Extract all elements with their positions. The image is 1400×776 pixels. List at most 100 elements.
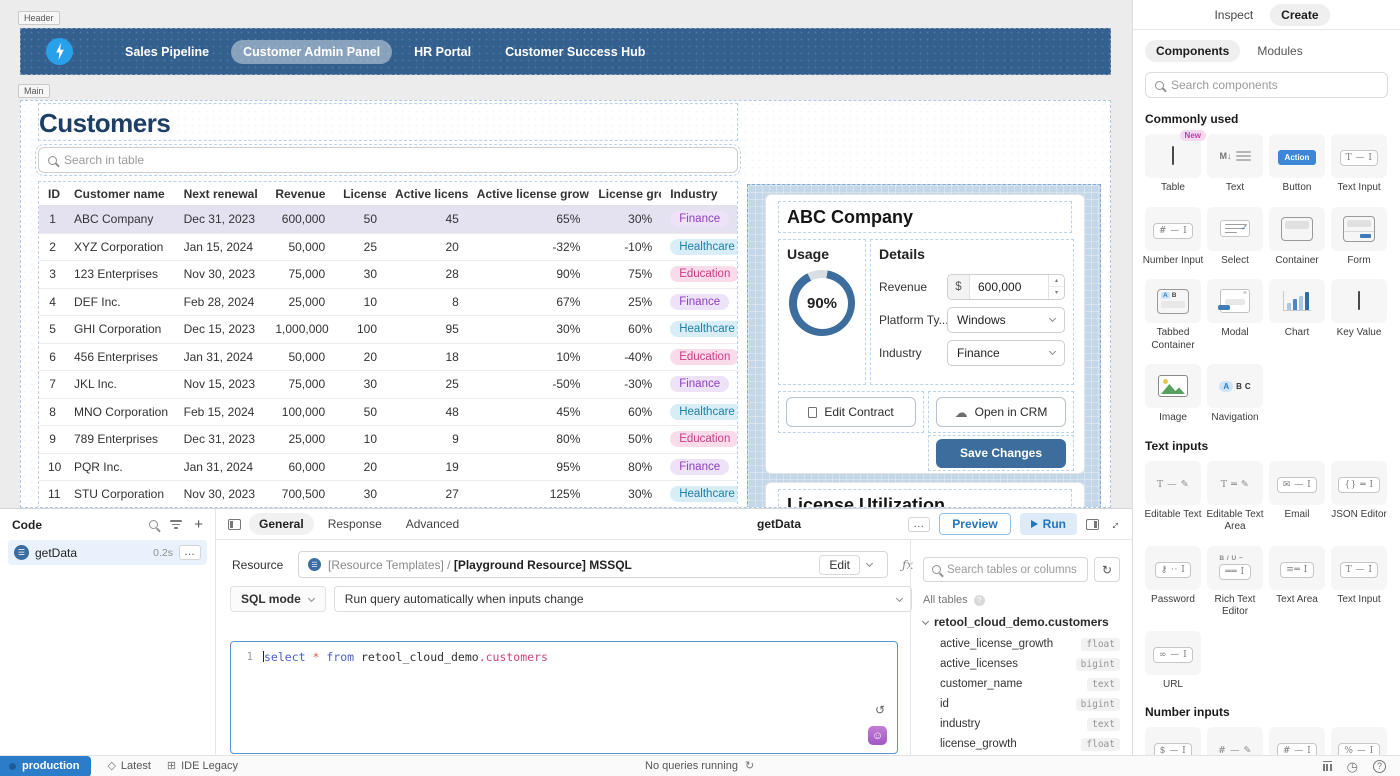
component-text-input[interactable]: T — IText Input xyxy=(1331,134,1387,195)
edit-resource-button[interactable]: Edit xyxy=(819,555,860,575)
edit-contract-button[interactable]: Edit Contract xyxy=(786,397,916,427)
tab-response[interactable]: Response xyxy=(318,513,392,535)
column-header-active-licenses[interactable]: Active licenses xyxy=(386,187,468,201)
component-json-editor[interactable]: {} ═ IJSON Editor xyxy=(1331,461,1387,534)
add-query-icon[interactable]: + xyxy=(194,517,203,532)
table-row[interactable]: 8MNO CorporationFeb 15, 2024100,00050484… xyxy=(39,399,737,427)
schema-field-row[interactable]: license_growthfloat xyxy=(940,734,1120,754)
nav-item-hr-portal[interactable]: HR Portal xyxy=(402,40,483,64)
revert-icon[interactable]: ↺ xyxy=(875,703,885,717)
schema-search-input[interactable]: Search tables or columns xyxy=(923,557,1088,582)
query-options-icon[interactable]: … xyxy=(908,517,930,532)
refresh-schema-button[interactable]: ↻ xyxy=(1094,557,1120,582)
schema-field-row[interactable]: active_licensesbigint xyxy=(940,654,1120,674)
query-list-item-getdata[interactable]: ☰ getData 0.2s … xyxy=(8,540,207,565)
tab-advanced[interactable]: Advanced xyxy=(396,513,469,535)
subtab-modules[interactable]: Modules xyxy=(1246,40,1313,62)
component-navigation[interactable]: ABCNavigation xyxy=(1207,364,1263,425)
component-form[interactable]: Form xyxy=(1331,207,1387,268)
component-container[interactable]: Container xyxy=(1269,207,1325,268)
resource-select[interactable]: ☰ [Resource Templates] / [Playground Res… xyxy=(298,551,888,578)
component-number-input[interactable]: # — INumber Input xyxy=(1269,727,1325,755)
app-header-bar[interactable]: Sales Pipeline Customer Admin Panel HR Por… xyxy=(20,28,1111,75)
tab-general[interactable]: General xyxy=(249,513,314,535)
open-in-crm-button[interactable]: ☁ Open in CRM xyxy=(936,397,1066,427)
table-row[interactable]: 9789 EnterprisesDec 31, 202325,00010980%… xyxy=(39,426,737,454)
table-row[interactable]: 10PQR Inc.Jan 31, 202460,000201995%80%Fi… xyxy=(39,454,737,482)
component-editable-text-area[interactable]: T ═ ✎Editable Text Area xyxy=(1207,461,1263,534)
tab-create[interactable]: Create xyxy=(1270,4,1329,26)
industry-select[interactable]: Finance xyxy=(947,340,1065,366)
sql-code-editor[interactable]: 1 select * from retool_cloud_demo.custom… xyxy=(230,641,898,754)
component-button[interactable]: ActionButton xyxy=(1269,134,1325,195)
preview-button[interactable]: Preview xyxy=(939,513,1010,535)
page-title[interactable]: Customers xyxy=(38,103,738,141)
component-key-value[interactable]: Key Value xyxy=(1331,279,1387,352)
table-row[interactable]: 11STU CorporationNov 30, 2023700,5003027… xyxy=(39,481,737,508)
toggle-sidebar-icon[interactable] xyxy=(228,519,241,530)
info-icon[interactable]: ? xyxy=(974,595,985,606)
schema-field-row[interactable]: active_license_growthfloat xyxy=(940,634,1120,654)
table-search-input[interactable]: Search in table xyxy=(38,147,738,173)
schema-field-row[interactable]: idbigint xyxy=(940,694,1120,714)
header-frame-tag[interactable]: Header xyxy=(18,11,60,25)
component-rich-text-editor[interactable]: B / U ~══ IRich Text Editor xyxy=(1207,546,1263,619)
component-select[interactable]: ▾✓Select xyxy=(1207,207,1263,268)
help-icon[interactable]: ? xyxy=(1373,760,1386,773)
schema-field-row[interactable]: customer_nametext xyxy=(940,674,1120,694)
customers-table[interactable]: IDCustomer nameNext renewalRevenueLicens… xyxy=(38,181,738,508)
schema-table-row[interactable]: retool_cloud_demo.customers xyxy=(923,615,1120,629)
component-text[interactable]: M↓Text xyxy=(1207,134,1263,195)
table-row[interactable]: 1ABC CompanyDec 31, 2023600,000504565%30… xyxy=(39,206,737,234)
component-email[interactable]: ✉ — IEmail xyxy=(1269,461,1325,534)
nav-item-sales-pipeline[interactable]: Sales Pipeline xyxy=(113,40,221,64)
selected-container-region[interactable]: ABC Company Usage 90% Details Revenue$60… xyxy=(747,184,1101,508)
number-stepper[interactable]: ▴▾ xyxy=(1048,275,1064,299)
table-row[interactable]: 2XYZ CorporationJan 15, 202450,0002520-3… xyxy=(39,234,737,262)
column-header-licenses[interactable]: Licenses xyxy=(334,187,386,201)
component-editable-number[interactable]: # — ✎Editable Number xyxy=(1207,727,1263,755)
component-text-area[interactable]: ≡═ IText Area xyxy=(1269,546,1325,619)
component-tabbed-container[interactable]: ABTabbed Container xyxy=(1145,279,1201,352)
run-button[interactable]: Run xyxy=(1020,513,1077,535)
ai-assistant-button[interactable]: ☺ xyxy=(868,726,887,745)
toggle-right-panel-icon[interactable] xyxy=(1086,519,1099,530)
table-row[interactable]: 7JKL Inc.Nov 15, 202375,0003025-50%-30%F… xyxy=(39,371,737,399)
column-header-next-renewal[interactable]: Next renewal xyxy=(175,187,267,201)
stepper-down-icon[interactable]: ▾ xyxy=(1049,287,1064,299)
history-icon[interactable]: ◷ xyxy=(1347,760,1358,773)
table-row[interactable]: 4DEF Inc.Feb 28, 202425,00010867%25%Fina… xyxy=(39,289,737,317)
column-header-revenue[interactable]: Revenue xyxy=(266,187,334,201)
nav-item-customer-admin-panel[interactable]: Customer Admin Panel xyxy=(231,40,392,64)
version-selector[interactable]: ◇ Latest xyxy=(107,760,150,772)
debug-tools-icon[interactable] xyxy=(1323,761,1332,771)
column-header-customer-name[interactable]: Customer name xyxy=(65,187,175,201)
table-row[interactable]: 3123 EnterprisesNov 30, 202375,000302890… xyxy=(39,261,737,289)
column-header-license-growth[interactable]: License growth xyxy=(589,187,661,201)
component-table[interactable]: NewTable xyxy=(1145,134,1201,195)
stepper-up-icon[interactable]: ▴ xyxy=(1049,275,1064,288)
ide-mode-selector[interactable]: ⊞ IDE Legacy xyxy=(167,760,238,772)
component-image[interactable]: Image xyxy=(1145,364,1201,425)
column-header-active-license-growth[interactable]: Active license growth xyxy=(468,187,590,201)
subtab-components[interactable]: Components xyxy=(1145,40,1240,62)
column-header-id[interactable]: ID xyxy=(39,187,65,201)
save-changes-button[interactable]: Save Changes xyxy=(936,439,1066,468)
component-text-input[interactable]: T — IText Input xyxy=(1331,546,1387,619)
nav-item-customer-success-hub[interactable]: Customer Success Hub xyxy=(493,40,657,64)
component-number-input[interactable]: # — INumber Input xyxy=(1145,207,1201,268)
revenue-number-input[interactable]: $600,000▴▾ xyxy=(947,274,1065,300)
component-percent[interactable]: % — IPercent xyxy=(1331,727,1387,755)
sql-mode-select[interactable]: SQL mode xyxy=(230,586,326,612)
expand-icon[interactable]: ↔ xyxy=(1105,515,1123,533)
query-menu-icon[interactable]: … xyxy=(179,545,201,560)
component-modal[interactable]: ×Modal xyxy=(1207,279,1263,352)
table-row[interactable]: 6456 EnterprisesJan 31, 202450,000201810… xyxy=(39,344,737,372)
schema-field-row[interactable]: industrytext xyxy=(940,714,1120,734)
platform-ty-select[interactable]: Windows xyxy=(947,307,1065,333)
filter-icon[interactable] xyxy=(170,520,182,529)
component-url[interactable]: ∞ — IURL xyxy=(1145,631,1201,692)
table-row[interactable]: 5GHI CorporationDec 15, 20231,000,000100… xyxy=(39,316,737,344)
sync-icon[interactable]: ↻ xyxy=(745,761,754,772)
component-currency[interactable]: $ — ICurrency xyxy=(1145,727,1201,755)
